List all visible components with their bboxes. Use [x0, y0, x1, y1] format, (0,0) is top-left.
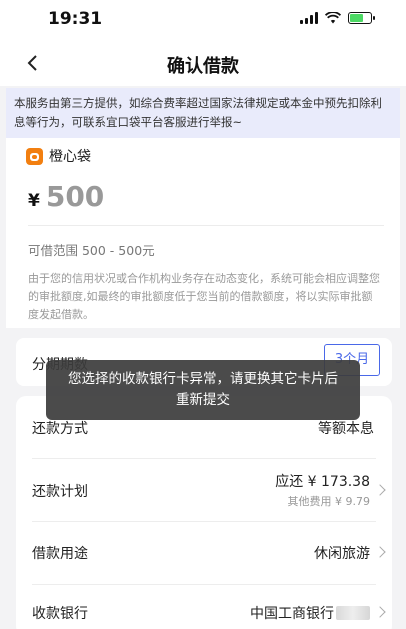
repay-plan-fee: 其他费用 ¥ 9.79 — [287, 495, 370, 508]
purpose-label: 借款用途 — [32, 546, 88, 562]
masked-card-number — [336, 606, 370, 620]
nav-bar: 确认借款 — [0, 40, 406, 86]
repay-method-value: 等额本息 — [318, 421, 374, 437]
purpose-value: 休闲旅游 — [314, 546, 370, 562]
status-icons — [300, 12, 375, 24]
bank-name: 中国工商银行 — [250, 606, 334, 622]
bank-value: 中国工商银行 — [250, 603, 370, 623]
brand-logo-icon — [26, 147, 43, 165]
toast-line-2: 重新提交 — [176, 392, 230, 408]
purpose-row[interactable]: 借款用途 休闲旅游 — [16, 522, 392, 584]
wifi-icon — [325, 12, 341, 24]
chevron-right-icon — [374, 546, 386, 558]
repay-plan-row[interactable]: 还款计划 应还 ¥ 173.38 其他费用 ¥ 9.79 — [16, 459, 392, 521]
loan-amount[interactable]: ¥ 500 — [28, 180, 104, 213]
status-bar: 19:31 — [0, 0, 406, 40]
toast-line-1: 您选择的收款银行卡异常，请更换其它卡片后 — [68, 371, 338, 387]
amount-value: 500 — [45, 180, 105, 213]
repay-method-label: 还款方式 — [32, 421, 88, 437]
loan-hint: 由于您的信用状况或合作机构业务存在动态变化，系统可能会相应调整您的审批额度,如最… — [28, 272, 380, 321]
repay-plan-value: 应还 ¥ 173.38 — [275, 474, 370, 490]
page-title: 确认借款 — [167, 56, 239, 77]
notice-banner: 本服务由第三方提供，如综合费率超过国家法律规定或本金中预先扣除利息等行为，可联系… — [6, 88, 400, 138]
chevron-right-icon — [374, 484, 386, 496]
currency-symbol: ¥ — [28, 191, 40, 211]
signal-icon — [300, 12, 318, 24]
brand: 橙心袋 — [26, 146, 91, 166]
loan-range: 可借范围 500 - 500元 — [28, 243, 155, 258]
battery-icon — [348, 12, 375, 24]
chevron-right-icon — [374, 606, 386, 618]
status-time: 19:31 — [48, 9, 103, 29]
error-toast: 您选择的收款银行卡异常，请更换其它卡片后 重新提交 — [46, 360, 360, 420]
bank-row[interactable]: 收款银行 中国工商银行 — [16, 585, 392, 629]
repay-plan-label: 还款计划 — [32, 484, 88, 500]
bank-label: 收款银行 — [32, 606, 88, 622]
brand-name: 橙心袋 — [49, 149, 91, 165]
section-gap — [0, 328, 406, 336]
divider — [28, 225, 384, 226]
loan-details-card: 还款方式 等额本息 还款计划 应还 ¥ 173.38 其他费用 ¥ 9.79 借… — [16, 396, 392, 629]
